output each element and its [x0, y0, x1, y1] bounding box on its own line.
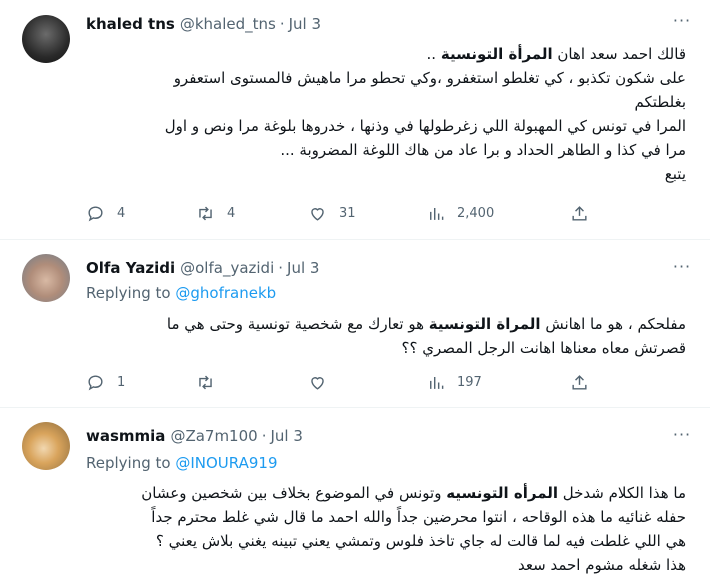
separator-dot: ·	[279, 15, 285, 33]
tweet-text: قالك احمد سعد اهان المرأة التونسية .. عل…	[86, 42, 686, 186]
tweet-date[interactable]: Jul 3	[287, 259, 319, 277]
retweet-count: 4	[227, 205, 236, 221]
tweet-line: هي اللي غلطت فيه لما قالت له جاي تاخذ فل…	[155, 532, 686, 550]
replying-to-handle[interactable]: @ghofranekb	[175, 284, 276, 302]
reply-count: 4	[117, 205, 126, 221]
tweet-line: حفله غنائيه ما هذه الوقاحه ، انتوا محرضي…	[151, 508, 686, 526]
reply-count: 1	[117, 374, 126, 390]
tweet-line: يتبع	[664, 165, 686, 183]
replying-to-label: Replying to	[86, 284, 171, 302]
like-count: 31	[339, 205, 356, 221]
heart-icon	[311, 376, 324, 390]
avatar[interactable]	[22, 15, 70, 63]
tweet-line: قالك احمد سعد اهان المرأة التونسية ..	[426, 45, 686, 63]
reply-button[interactable]: 4	[86, 198, 125, 228]
replying-to: Replying to @INOURA919	[86, 454, 278, 472]
tweet-line: على شكون تكذبو ، كي تغلطو استغفرو ،وكي ت…	[173, 69, 686, 87]
views-chart-icon	[430, 376, 444, 389]
tweet-line: هذا شغله مشوم احمد سعد	[518, 556, 686, 574]
like-button[interactable]	[308, 367, 327, 397]
tweet-header: Olfa Yazidi @olfa_yazidi · Jul 3	[86, 257, 319, 279]
more-options-icon[interactable]: ···	[672, 427, 692, 448]
tweet-header: khaled tns @khaled_tns · Jul 3	[86, 13, 321, 35]
view-count: 2,400	[457, 205, 495, 221]
tweet-header: wasmmia @Za7m100 · Jul 3	[86, 425, 303, 447]
tweet-line: بغلطتكم	[634, 93, 686, 111]
user-handle[interactable]: @khaled_tns	[180, 15, 276, 33]
tweet-text: مفلحكم ، هو ما اهانش المراة التونسية هو …	[86, 312, 686, 360]
separator-dot: ·	[261, 427, 267, 445]
display-name[interactable]: wasmmia	[86, 427, 165, 445]
more-options-icon[interactable]: ···	[672, 259, 692, 280]
replying-to-label: Replying to	[86, 454, 171, 472]
display-name[interactable]: Olfa Yazidi	[86, 259, 175, 277]
tweet-line: مفلحكم ، هو ما اهانش المراة التونسية هو …	[166, 315, 686, 333]
tweet-line: ما هذا الكلام شدخل المرأه التونسيه وتونس…	[141, 484, 686, 502]
tweet[interactable]: khaled tns @khaled_tns · Jul 3 ··· قالك …	[0, 0, 710, 240]
tweet-text: ما هذا الكلام شدخل المرأه التونسيه وتونس…	[86, 481, 686, 577]
reply-icon	[88, 205, 103, 221]
share-button[interactable]	[570, 367, 589, 397]
share-icon	[572, 374, 587, 390]
tweet-actions: 1 197	[80, 367, 600, 397]
views-button[interactable]: 197	[426, 367, 482, 397]
views-chart-icon	[430, 207, 444, 220]
avatar[interactable]	[22, 254, 70, 302]
retweet-icon	[199, 375, 212, 389]
retweet-icon	[199, 206, 212, 220]
reply-icon	[88, 374, 103, 390]
replying-to-handle[interactable]: @INOURA919	[175, 454, 277, 472]
tweet-date[interactable]: Jul 3	[270, 427, 302, 445]
user-handle[interactable]: @olfa_yazidi	[180, 259, 274, 277]
views-button[interactable]: 2,400	[426, 198, 494, 228]
heart-icon	[311, 207, 324, 221]
avatar[interactable]	[22, 422, 70, 470]
tweet[interactable]: wasmmia @Za7m100 · Jul 3 ··· Replying to…	[0, 408, 710, 575]
share-button[interactable]	[570, 198, 589, 228]
tweet-line: مرا في كذا و الطاهر الحداد و برا عاد من …	[280, 141, 686, 159]
tweet[interactable]: Olfa Yazidi @olfa_yazidi · Jul 3 ··· Rep…	[0, 240, 710, 408]
like-button[interactable]: 31	[308, 198, 356, 228]
retweet-button[interactable]	[196, 367, 215, 397]
reply-button[interactable]: 1	[86, 367, 125, 397]
tweet-date[interactable]: Jul 3	[289, 15, 321, 33]
display-name[interactable]: khaled tns	[86, 15, 175, 33]
more-options-icon[interactable]: ···	[672, 13, 692, 34]
retweet-button[interactable]: 4	[196, 198, 235, 228]
separator-dot: ·	[278, 259, 284, 277]
tweet-actions: 4 4 31 2,400	[80, 198, 600, 228]
replying-to: Replying to @ghofranekb	[86, 284, 276, 302]
user-handle[interactable]: @Za7m100	[170, 427, 257, 445]
tweet-line: قصرتش معاه معناها اهانت الرجل المصري ؟؟	[401, 339, 686, 357]
share-icon	[572, 205, 587, 221]
tweet-line: المرا في تونس كي المهبولة اللي زغرطولها …	[164, 117, 686, 135]
view-count: 197	[457, 374, 482, 390]
